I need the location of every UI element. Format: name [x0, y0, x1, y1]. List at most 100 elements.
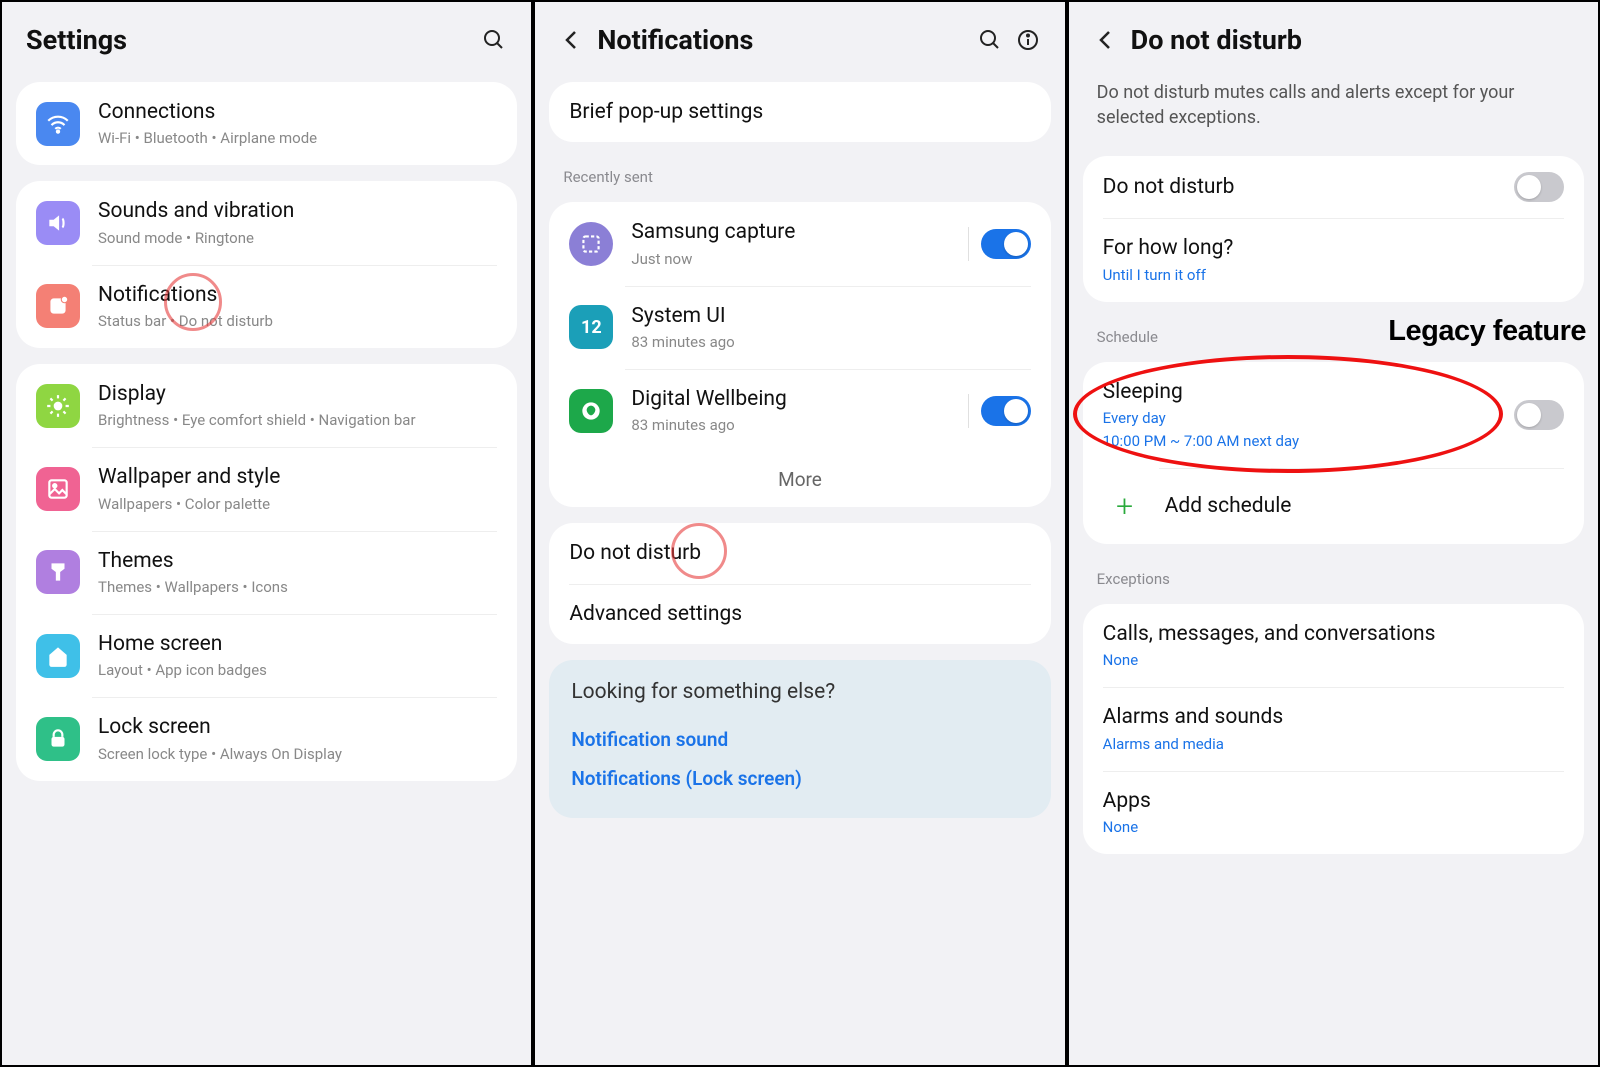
notifications-panel: Notifications Brief pop-up settings Rece… — [533, 0, 1066, 1067]
tip-link[interactable]: Notifications (Lock screen) — [571, 759, 1028, 798]
add-schedule-row[interactable]: + Add schedule — [1083, 468, 1584, 544]
header: Settings — [2, 2, 531, 74]
lock-icon — [36, 717, 80, 761]
digital-wellbeing-icon — [569, 389, 613, 433]
exceptions-card: Calls, messages, and conversations None … — [1083, 604, 1584, 854]
app-notif-row[interactable]: Digital Wellbeing 83 minutes ago — [549, 369, 1050, 452]
row-title: Calls, messages, and conversations — [1103, 620, 1564, 648]
exception-row[interactable]: Apps None — [1083, 771, 1584, 854]
dnd-advanced-card: Do not disturb Advanced settings — [549, 523, 1050, 644]
app-notif-row[interactable]: Samsung capture Just now — [549, 202, 1050, 285]
schedule-card: Sleeping Every day 10:00 PM ~ 7:00 AM ne… — [1083, 362, 1584, 544]
row-sub: Wallpapers • Color palette — [98, 494, 497, 515]
row-title: Lock screen — [98, 713, 497, 741]
exception-row[interactable]: Alarms and sounds Alarms and media — [1083, 687, 1584, 770]
notifications-row[interactable]: Notifications Status bar • Do not distur… — [16, 265, 517, 348]
app-notif-row[interactable]: 12 System UI 83 minutes ago — [549, 286, 1050, 369]
row-sub: Themes • Wallpapers • Icons — [98, 577, 497, 598]
app-name: Samsung capture — [631, 218, 953, 246]
app-time: Just now — [631, 249, 953, 270]
dnd-toggle-row[interactable]: Do not disturb — [1083, 156, 1584, 218]
row-title: Apps — [1103, 787, 1564, 815]
samsung-capture-icon — [569, 222, 613, 266]
more-button[interactable]: More — [549, 452, 1050, 507]
notif-icon — [36, 284, 80, 328]
back-icon[interactable] — [559, 27, 585, 53]
exception-row[interactable]: Calls, messages, and conversations None — [1083, 604, 1584, 687]
search-icon[interactable] — [977, 27, 1003, 53]
row-title: Sleeping — [1103, 378, 1502, 406]
dnd-description: Do not disturb mutes calls and alerts ex… — [1069, 74, 1598, 148]
how-long-row[interactable]: For how long? Until I turn it off — [1083, 218, 1584, 301]
themes-row[interactable]: Themes Themes • Wallpapers • Icons — [16, 531, 517, 614]
row-sub: None — [1103, 650, 1564, 671]
header: Do not disturb — [1069, 2, 1598, 74]
tip-title: Looking for something else? — [571, 680, 1028, 704]
row-title: Wallpaper and style — [98, 463, 497, 491]
row-sub: Alarms and media — [1103, 734, 1564, 755]
exceptions-label: Exceptions — [1069, 552, 1598, 596]
sounds-row[interactable]: Sounds and vibration Sound mode • Ringto… — [16, 181, 517, 264]
themes-icon — [36, 550, 80, 594]
lockscreen-row[interactable]: Lock screen Screen lock type • Always On… — [16, 697, 517, 780]
row-title: Display — [98, 380, 497, 408]
row-title: Do not disturb — [569, 539, 1030, 567]
row-title: Notifications — [98, 281, 497, 309]
display-row[interactable]: Display Brightness • Eye comfort shield … — [16, 364, 517, 447]
row-sub: Brightness • Eye comfort shield • Naviga… — [98, 410, 497, 431]
page-title: Notifications — [597, 24, 964, 56]
recently-sent-label: Recently sent — [535, 150, 1064, 194]
row-sub: Wi-Fi • Bluetooth • Airplane mode — [98, 128, 497, 149]
system-ui-icon: 12 — [569, 305, 613, 349]
row-title: Add schedule — [1165, 492, 1564, 520]
settings-group-sound-notif: Sounds and vibration Sound mode • Ringto… — [16, 181, 517, 348]
wallpaper-icon — [36, 467, 80, 511]
plus-icon: + — [1103, 484, 1147, 528]
app-toggle[interactable] — [981, 229, 1031, 259]
row-title: Do not disturb — [1103, 173, 1502, 201]
app-toggle[interactable] — [981, 396, 1031, 426]
recently-sent-card: Samsung capture Just now 12 System UI 83… — [549, 202, 1050, 507]
row-sub: Screen lock type • Always On Display — [98, 744, 497, 765]
header: Notifications — [535, 2, 1064, 74]
sleeping-toggle[interactable] — [1514, 400, 1564, 430]
row-title: Connections — [98, 98, 497, 126]
row-title: Alarms and sounds — [1103, 703, 1564, 731]
settings-group-connections: Connections Wi-Fi • Bluetooth • Airplane… — [16, 82, 517, 165]
home-icon — [36, 634, 80, 678]
row-title: Advanced settings — [569, 600, 1030, 628]
sleeping-row[interactable]: Sleeping Every day 10:00 PM ~ 7:00 AM ne… — [1083, 362, 1584, 468]
brief-popup-card: Brief pop-up settings — [549, 82, 1050, 142]
row-sub: Layout • App icon badges — [98, 660, 497, 681]
app-time: 83 minutes ago — [631, 415, 953, 436]
tip-card: Looking for something else? Notification… — [549, 660, 1050, 818]
row-title: Themes — [98, 547, 497, 575]
settings-group-display: Display Brightness • Eye comfort shield … — [16, 364, 517, 781]
tip-link[interactable]: Notification sound — [571, 720, 1028, 759]
dnd-toggle[interactable] — [1514, 172, 1564, 202]
row-sub: Sound mode • Ringtone — [98, 228, 497, 249]
back-icon[interactable] — [1093, 27, 1119, 53]
settings-panel: Settings Connections Wi-Fi • Bluetooth •… — [0, 0, 533, 1067]
app-name: System UI — [631, 302, 1030, 330]
row-sub: None — [1103, 817, 1564, 838]
connections-row[interactable]: Connections Wi-Fi • Bluetooth • Airplane… — [16, 82, 517, 165]
page-title: Settings — [26, 24, 469, 56]
wallpaper-row[interactable]: Wallpaper and style Wallpapers • Color p… — [16, 447, 517, 530]
app-time: 83 minutes ago — [631, 332, 1030, 353]
info-icon[interactable] — [1015, 27, 1041, 53]
row-sub: Every day — [1103, 408, 1502, 429]
schedule-label: Schedule — [1069, 310, 1598, 354]
row-title: Home screen — [98, 630, 497, 658]
search-icon[interactable] — [481, 27, 507, 53]
brief-popup-row[interactable]: Brief pop-up settings — [549, 82, 1050, 142]
homescreen-row[interactable]: Home screen Layout • App icon badges — [16, 614, 517, 697]
row-sub: Until I turn it off — [1103, 265, 1564, 286]
display-icon — [36, 384, 80, 428]
app-name: Digital Wellbeing — [631, 385, 953, 413]
advanced-settings-row[interactable]: Advanced settings — [549, 584, 1050, 644]
dnd-panel: Do not disturb Do not disturb mutes call… — [1067, 0, 1600, 1067]
row-title: Sounds and vibration — [98, 197, 497, 225]
dnd-row[interactable]: Do not disturb — [549, 523, 1050, 583]
row-sub: Status bar • Do not disturb — [98, 311, 497, 332]
